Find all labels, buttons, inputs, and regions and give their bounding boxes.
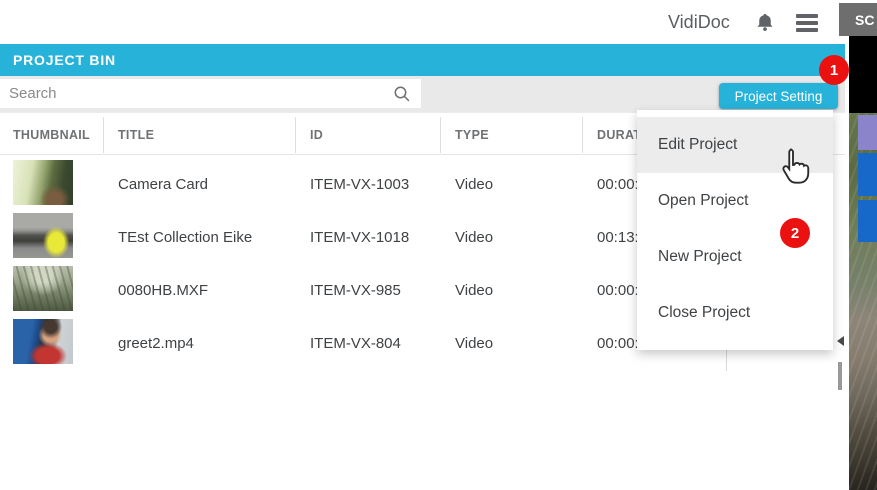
cell-title: 0080HB.MXF — [118, 282, 208, 299]
video-thumbnail — [13, 266, 73, 311]
column-divider — [582, 117, 583, 153]
right-panel-video-preview — [849, 113, 877, 490]
timeline-clip-purple — [858, 115, 877, 150]
video-thumbnail — [13, 160, 73, 205]
notifications-bell-icon[interactable] — [752, 10, 778, 41]
cell-type: Video — [455, 176, 493, 193]
search-input[interactable] — [0, 79, 421, 108]
project-bin-header-bar — [0, 44, 845, 76]
cell-type: Video — [455, 282, 493, 299]
annotation-step-1-badge: 1 — [819, 55, 849, 85]
column-divider — [103, 117, 104, 153]
table-column-divider — [726, 349, 727, 371]
right-panel-header[interactable]: SC — [839, 3, 877, 36]
video-thumbnail — [13, 319, 73, 364]
annotation-step-2-badge: 2 — [780, 218, 810, 248]
cell-title: Camera Card — [118, 176, 208, 193]
project-setting-button[interactable]: Project Setting — [719, 83, 838, 109]
cell-type: Video — [455, 229, 493, 246]
hamburger-menu-icon[interactable] — [796, 14, 818, 35]
cell-duration: 00:00: — [597, 176, 639, 193]
collapse-panel-arrow-icon[interactable] — [837, 336, 844, 346]
menu-item-close-project[interactable]: Close Project — [637, 285, 833, 341]
column-divider — [440, 117, 441, 153]
search-magnifier-icon[interactable] — [392, 84, 414, 111]
column-header-type[interactable]: TYPE — [455, 128, 489, 142]
cell-id: ITEM-VX-804 — [310, 335, 401, 352]
cell-title: greet2.mp4 — [118, 335, 194, 352]
timeline-clip-blue — [858, 153, 877, 196]
cell-type: Video — [455, 335, 493, 352]
column-header-thumbnail[interactable]: THUMBNAIL — [13, 128, 90, 142]
timeline-clip-blue — [858, 200, 877, 242]
project-bin-title: PROJECT BIN — [13, 52, 116, 68]
top-bar — [0, 0, 877, 44]
cell-duration: 00:13: — [597, 229, 639, 246]
right-panel-title: SC — [855, 12, 874, 28]
cell-title: TEst Collection Eike — [118, 229, 252, 246]
cell-duration: 00:00: — [597, 282, 639, 299]
column-header-id[interactable]: ID — [310, 128, 323, 142]
scrollbar-thumb[interactable] — [838, 362, 842, 390]
cell-duration: 00:00: — [597, 335, 639, 352]
cell-id: ITEM-VX-985 — [310, 282, 401, 299]
video-thumbnail — [13, 213, 73, 258]
cell-id: ITEM-VX-1018 — [310, 229, 409, 246]
cell-id: ITEM-VX-1003 — [310, 176, 409, 193]
right-panel-black-area — [849, 36, 877, 113]
column-header-title[interactable]: TITLE — [118, 128, 154, 142]
column-divider — [295, 117, 296, 153]
app-title: VidiDoc — [668, 12, 730, 33]
search-box — [0, 79, 421, 108]
hand-cursor-icon — [774, 146, 812, 193]
